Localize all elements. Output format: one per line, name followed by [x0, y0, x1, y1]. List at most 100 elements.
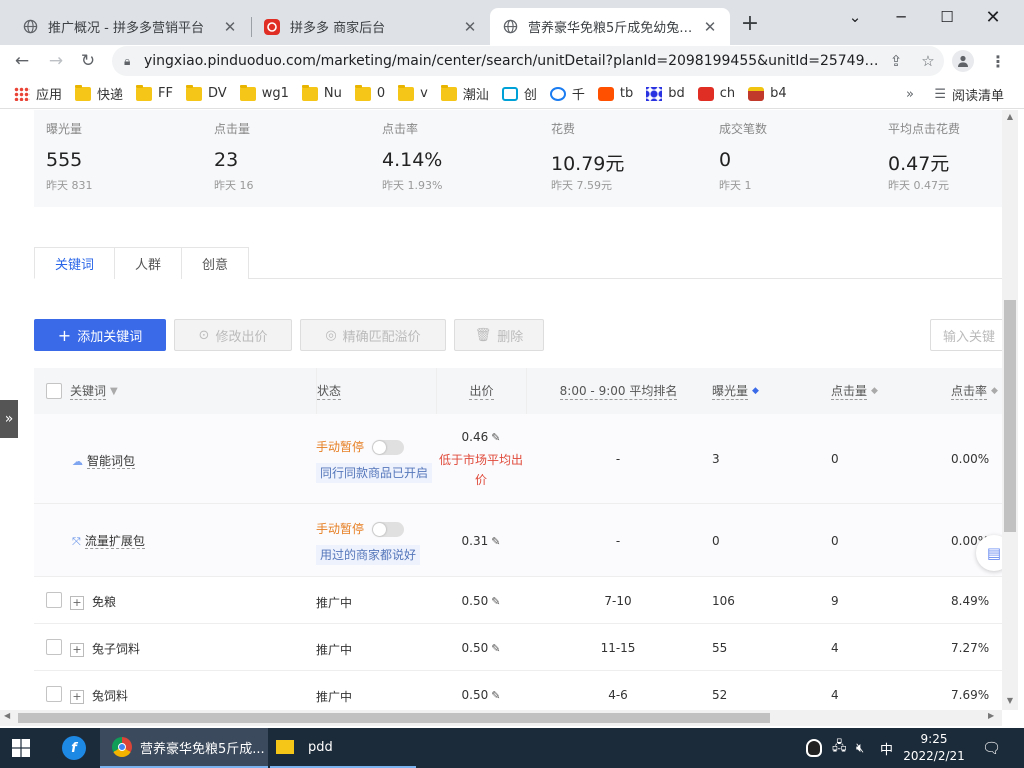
- back-arrow-icon[interactable]: ←: [8, 47, 36, 75]
- exact-match-premium-button[interactable]: ◎ 精确匹配溢价: [300, 319, 446, 351]
- header-impressions[interactable]: 曝光量 ◆: [712, 368, 759, 414]
- taskbar-chrome-window[interactable]: 营养豪华免粮5斤成...: [100, 728, 268, 768]
- row-checkbox[interactable]: [46, 686, 62, 705]
- horizontal-scroll-thumb[interactable]: [18, 713, 770, 723]
- package-name: ⤧ 流量扩展包: [72, 534, 145, 549]
- modify-bid-button[interactable]: ⊙ 修改出价: [174, 319, 292, 351]
- folder-icon: [440, 84, 457, 101]
- network-icon[interactable]: 🖧︎: [832, 728, 847, 768]
- bookmark-item[interactable]: 0: [354, 84, 385, 101]
- add-keyword-button[interactable]: + 添加关键词: [34, 319, 166, 351]
- bookmark-item[interactable]: v: [398, 84, 428, 101]
- bid-cell: 0.50 ✎: [461, 688, 501, 702]
- chrome-icon: [112, 737, 132, 757]
- bookmarks-bar: 应用 快递 FF DV wg1 Nu 0 v 潮汕 创 千 tb bd ch b…: [0, 79, 1024, 109]
- browser-tab-merchant[interactable]: 拼多多 商家后台 ✕: [252, 8, 490, 45]
- row-checkbox[interactable]: [46, 592, 62, 611]
- tab-search-chevron-icon[interactable]: ⌄: [832, 4, 878, 30]
- bookmark-item[interactable]: 快递: [75, 84, 123, 103]
- expand-plus-icon[interactable]: +: [70, 643, 84, 657]
- bookmark-item[interactable]: FF: [136, 84, 173, 101]
- scroll-up-arrow-icon[interactable]: ▲: [1004, 112, 1016, 121]
- header-clicks[interactable]: 点击量 ◆: [831, 368, 878, 414]
- windows-taskbar: f 营养豪华免粮5斤成... pdd 🖧︎ 🔇︎ 中 9:25 2022/2/2…: [0, 728, 1024, 768]
- tab-audience[interactable]: 人群: [114, 247, 183, 279]
- table-row: + 免粮 推广中 0.50 ✎ 7-10 106 9 8.49%: [34, 577, 1002, 624]
- sort-icon[interactable]: ◆: [752, 386, 759, 396]
- bookmark-item[interactable]: bd: [646, 86, 685, 101]
- bookmark-item[interactable]: 创: [501, 84, 537, 103]
- pause-toggle[interactable]: [371, 440, 404, 455]
- pause-toggle[interactable]: [371, 522, 404, 537]
- folder-icon: [398, 84, 415, 101]
- scroll-left-arrow-icon[interactable]: ◀: [4, 711, 10, 720]
- sort-icon[interactable]: ◆: [991, 386, 998, 396]
- folder-icon: [301, 84, 318, 101]
- scroll-down-arrow-icon[interactable]: ▼: [1004, 696, 1016, 705]
- bookmark-item[interactable]: Nu: [301, 84, 342, 101]
- select-all-checkbox[interactable]: [46, 368, 62, 414]
- reading-list-icon: ☰: [934, 86, 946, 102]
- taskbar-folder-window[interactable]: pdd: [270, 728, 416, 768]
- reload-icon[interactable]: ↻: [74, 47, 102, 75]
- edit-icon[interactable]: ✎: [491, 642, 500, 655]
- stat-avg-cpc: 平均点击花费 0.47元 昨天 0.47元: [888, 122, 961, 192]
- filter-icon[interactable]: ▼: [110, 386, 118, 397]
- stats-panel: 曝光量 555 昨天 831 点击量 23 昨天 16 点击率 4.14% 昨天…: [34, 110, 1002, 207]
- bookmark-item[interactable]: tb: [597, 86, 633, 101]
- scroll-right-arrow-icon[interactable]: ▶: [988, 711, 994, 720]
- delete-button[interactable]: 🗑︎ 删除: [454, 319, 544, 351]
- reading-list[interactable]: ☰ 阅读清单: [934, 79, 1004, 109]
- minimize-icon[interactable]: ─: [878, 4, 924, 30]
- header-ctr[interactable]: 点击率 ◆: [951, 368, 998, 414]
- notification-icon[interactable]: 🗨︎: [982, 728, 1001, 768]
- target-icon: ◎: [325, 327, 337, 343]
- forward-arrow-icon[interactable]: →: [42, 47, 70, 75]
- bookmarks-overflow-icon[interactable]: »: [906, 79, 914, 109]
- windows-start-icon[interactable]: [12, 728, 36, 768]
- edit-icon[interactable]: ✎: [491, 689, 500, 702]
- keyword-search-input[interactable]: 输入关键: [930, 319, 1002, 351]
- profile-avatar-icon[interactable]: [952, 50, 974, 72]
- edit-icon[interactable]: ✎: [491, 595, 500, 608]
- close-tab-icon[interactable]: ✕: [702, 18, 718, 36]
- close-tab-icon[interactable]: ✕: [222, 18, 238, 36]
- bookmark-item[interactable]: 潮汕: [440, 84, 489, 103]
- expand-plus-icon[interactable]: +: [70, 690, 84, 704]
- bid-cell: 0.50 ✎: [461, 594, 501, 608]
- vertical-scroll-thumb[interactable]: [1004, 300, 1016, 532]
- qq-tray-icon[interactable]: [806, 728, 822, 768]
- share-icon[interactable]: ⇪: [880, 52, 912, 70]
- flash-app-icon[interactable]: f: [62, 728, 86, 768]
- tab-keywords[interactable]: 关键词: [34, 247, 116, 279]
- menu-dots-icon[interactable]: ⋮: [984, 47, 1012, 75]
- ime-indicator[interactable]: 中: [880, 728, 893, 768]
- browser-tab-overview[interactable]: 推广概况 - 拼多多营销平台 ✕: [10, 8, 250, 45]
- volume-muted-icon[interactable]: 🔇︎: [856, 728, 864, 768]
- browser-tab-active[interactable]: 营养豪华免粮5斤成免幼兔宠物兔 ✕: [490, 8, 730, 45]
- tab-creative[interactable]: 创意: [181, 247, 250, 279]
- edit-icon[interactable]: ✎: [491, 431, 500, 444]
- bid-cell: 0.50 ✎: [461, 641, 501, 655]
- trash-icon: 🗑︎: [474, 327, 492, 343]
- bookmark-item[interactable]: b4: [748, 86, 787, 101]
- bookmark-item[interactable]: DV: [186, 84, 227, 101]
- row-checkbox[interactable]: [46, 639, 62, 658]
- url-text[interactable]: yingxiao.pinduoduo.com/marketing/main/ce…: [144, 53, 880, 69]
- bookmark-apps[interactable]: 应用: [14, 84, 62, 103]
- currency-icon: ⊙: [198, 327, 210, 343]
- expand-plus-icon[interactable]: +: [70, 596, 84, 610]
- expand-sidebar-icon[interactable]: »: [0, 400, 18, 438]
- bookmark-item[interactable]: wg1: [239, 84, 289, 101]
- sort-icon[interactable]: ◆: [871, 386, 878, 396]
- close-tab-icon[interactable]: ✕: [462, 18, 478, 36]
- bookmark-item[interactable]: 千: [549, 84, 585, 103]
- new-tab-plus-icon[interactable]: +: [738, 12, 762, 36]
- window-close-icon[interactable]: ✕: [970, 4, 1016, 30]
- address-bar[interactable]: 🔒︎ yingxiao.pinduoduo.com/marketing/main…: [112, 46, 944, 76]
- bookmark-item[interactable]: ch: [697, 86, 735, 101]
- edit-icon[interactable]: ✎: [491, 535, 500, 548]
- bookmark-star-icon[interactable]: ☆: [912, 52, 944, 70]
- maximize-icon[interactable]: ☐: [924, 4, 970, 30]
- clock[interactable]: 9:25 2022/2/21: [900, 728, 968, 768]
